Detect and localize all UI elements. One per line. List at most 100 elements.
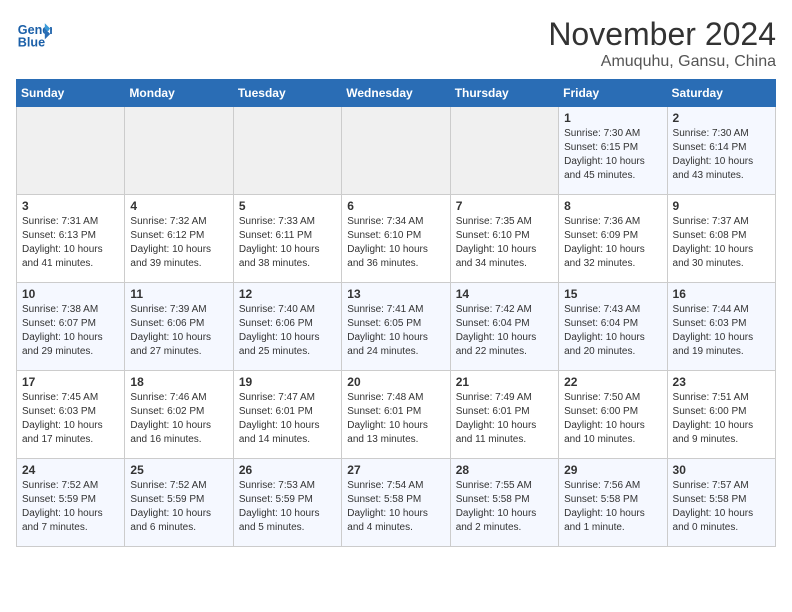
calendar-cell [125,107,233,195]
day-info: Sunrise: 7:41 AMSunset: 6:05 PMDaylight:… [347,303,444,359]
day-number: 8 [564,199,661,213]
day-number: 15 [564,287,661,301]
day-info: Sunrise: 7:57 AMSunset: 5:58 PMDaylight:… [673,479,770,535]
calendar-cell: 22 Sunrise: 7:50 AMSunset: 6:00 PMDayligh… [559,371,667,459]
day-number: 18 [130,375,227,389]
day-number: 2 [673,111,770,125]
header-friday: Friday [559,80,667,107]
day-number: 22 [564,375,661,389]
calendar-week-5: 24 Sunrise: 7:52 AMSunset: 5:59 PMDayligh… [17,459,776,547]
month-year-title: November 2024 [548,16,776,53]
calendar-cell: 13 Sunrise: 7:41 AMSunset: 6:05 PMDayligh… [342,283,450,371]
calendar-cell [450,107,558,195]
calendar-week-2: 3 Sunrise: 7:31 AMSunset: 6:13 PMDaylight… [17,195,776,283]
calendar-cell: 19Sunrise: 7:47 AMSunset: 6:01 PMDayligh… [233,371,341,459]
day-info: Sunrise: 7:33 AMSunset: 6:11 PMDaylight:… [239,215,336,271]
calendar-cell: 11 Sunrise: 7:39 AMSunset: 6:06 PMDayligh… [125,283,233,371]
day-info: Sunrise: 7:55 AMSunset: 5:58 PMDaylight:… [456,479,553,535]
day-info: Sunrise: 7:50 AMSunset: 6:00 PMDaylight:… [564,391,661,447]
calendar-cell: 25 Sunrise: 7:52 AMSunset: 5:59 PMDayligh… [125,459,233,547]
day-number: 13 [347,287,444,301]
calendar-cell: 24 Sunrise: 7:52 AMSunset: 5:59 PMDayligh… [17,459,125,547]
calendar-cell: 5 Sunrise: 7:33 AMSunset: 6:11 PMDaylight… [233,195,341,283]
calendar-cell: 28 Sunrise: 7:55 AMSunset: 5:58 PMDayligh… [450,459,558,547]
calendar-cell [17,107,125,195]
day-number: 10 [22,287,119,301]
day-info: Sunrise: 7:44 AMSunset: 6:03 PMDaylight:… [673,303,770,359]
calendar-week-3: 10 Sunrise: 7:38 AMSunset: 6:07 PMDayligh… [17,283,776,371]
day-info: Sunrise: 7:40 AMSunset: 6:06 PMDaylight:… [239,303,336,359]
calendar-cell: 10 Sunrise: 7:38 AMSunset: 6:07 PMDayligh… [17,283,125,371]
day-number: 27 [347,463,444,477]
day-number: 29 [564,463,661,477]
calendar-cell: 4 Sunrise: 7:32 AMSunset: 6:12 PMDaylight… [125,195,233,283]
calendar-cell: 8 Sunrise: 7:36 AMSunset: 6:09 PMDaylight… [559,195,667,283]
calendar-cell: 16 Sunrise: 7:44 AMSunset: 6:03 PMDayligh… [667,283,775,371]
day-number: 21 [456,375,553,389]
calendar-cell: 9 Sunrise: 7:37 AMSunset: 6:08 PMDaylight… [667,195,775,283]
calendar-header-row: SundayMondayTuesdayWednesdayThursdayFrid… [17,80,776,107]
logo-icon: General Blue [16,16,52,52]
day-info: Sunrise: 7:34 AMSunset: 6:10 PMDaylight:… [347,215,444,271]
day-number: 23 [673,375,770,389]
day-number: 26 [239,463,336,477]
day-number: 1 [564,111,661,125]
day-info: Sunrise: 7:47 AMSunset: 6:01 PMDaylight:… [239,391,336,447]
day-info: Sunrise: 7:38 AMSunset: 6:07 PMDaylight:… [22,303,119,359]
day-info: Sunrise: 7:46 AMSunset: 6:02 PMDaylight:… [130,391,227,447]
day-number: 14 [456,287,553,301]
day-number: 24 [22,463,119,477]
day-number: 17 [22,375,119,389]
day-info: Sunrise: 7:53 AMSunset: 5:59 PMDaylight:… [239,479,336,535]
day-number: 11 [130,287,227,301]
calendar-cell: 2 Sunrise: 7:30 AMSunset: 6:14 PMDaylight… [667,107,775,195]
calendar-cell: 6 Sunrise: 7:34 AMSunset: 6:10 PMDaylight… [342,195,450,283]
day-info: Sunrise: 7:39 AMSunset: 6:06 PMDaylight:… [130,303,227,359]
day-info: Sunrise: 7:30 AMSunset: 6:14 PMDaylight:… [673,127,770,183]
day-number: 20 [347,375,444,389]
header-thursday: Thursday [450,80,558,107]
header-wednesday: Wednesday [342,80,450,107]
calendar-cell: 3 Sunrise: 7:31 AMSunset: 6:13 PMDaylight… [17,195,125,283]
day-number: 16 [673,287,770,301]
day-info: Sunrise: 7:56 AMSunset: 5:58 PMDaylight:… [564,479,661,535]
calendar-cell: 12 Sunrise: 7:40 AMSunset: 6:06 PMDayligh… [233,283,341,371]
calendar-cell: 29 Sunrise: 7:56 AMSunset: 5:58 PMDayligh… [559,459,667,547]
day-number: 25 [130,463,227,477]
day-number: 6 [347,199,444,213]
day-number: 7 [456,199,553,213]
title-area: November 2024 Amuquhu, Gansu, China [548,16,776,71]
day-info: Sunrise: 7:51 AMSunset: 6:00 PMDaylight:… [673,391,770,447]
calendar-cell: 15 Sunrise: 7:43 AMSunset: 6:04 PMDayligh… [559,283,667,371]
day-info: Sunrise: 7:54 AMSunset: 5:58 PMDaylight:… [347,479,444,535]
day-number: 28 [456,463,553,477]
header-sunday: Sunday [17,80,125,107]
calendar-table: SundayMondayTuesdayWednesdayThursdayFrid… [16,79,776,547]
day-info: Sunrise: 7:48 AMSunset: 6:01 PMDaylight:… [347,391,444,447]
day-number: 9 [673,199,770,213]
day-number: 4 [130,199,227,213]
header-saturday: Saturday [667,80,775,107]
calendar-cell: 18 Sunrise: 7:46 AMSunset: 6:02 PMDayligh… [125,371,233,459]
day-info: Sunrise: 7:31 AMSunset: 6:13 PMDaylight:… [22,215,119,271]
day-info: Sunrise: 7:35 AMSunset: 6:10 PMDaylight:… [456,215,553,271]
day-info: Sunrise: 7:43 AMSunset: 6:04 PMDaylight:… [564,303,661,359]
calendar-cell [233,107,341,195]
day-number: 3 [22,199,119,213]
calendar-cell: 7 Sunrise: 7:35 AMSunset: 6:10 PMDaylight… [450,195,558,283]
calendar-cell: 1Sunrise: 7:30 AMSunset: 6:15 PMDaylight… [559,107,667,195]
day-info: Sunrise: 7:37 AMSunset: 6:08 PMDaylight:… [673,215,770,271]
calendar-week-1: 1Sunrise: 7:30 AMSunset: 6:15 PMDaylight… [17,107,776,195]
header: General Blue November 2024 Amuquhu, Gans… [16,16,776,71]
day-info: Sunrise: 7:52 AMSunset: 5:59 PMDaylight:… [130,479,227,535]
svg-text:Blue: Blue [18,36,45,50]
location-subtitle: Amuquhu, Gansu, China [548,53,776,71]
day-info: Sunrise: 7:52 AMSunset: 5:59 PMDaylight:… [22,479,119,535]
day-number: 5 [239,199,336,213]
day-info: Sunrise: 7:32 AMSunset: 6:12 PMDaylight:… [130,215,227,271]
calendar-cell: 14Sunrise: 7:42 AMSunset: 6:04 PMDayligh… [450,283,558,371]
day-info: Sunrise: 7:36 AMSunset: 6:09 PMDaylight:… [564,215,661,271]
day-number: 12 [239,287,336,301]
day-info: Sunrise: 7:45 AMSunset: 6:03 PMDaylight:… [22,391,119,447]
calendar-cell: 17 Sunrise: 7:45 AMSunset: 6:03 PMDayligh… [17,371,125,459]
